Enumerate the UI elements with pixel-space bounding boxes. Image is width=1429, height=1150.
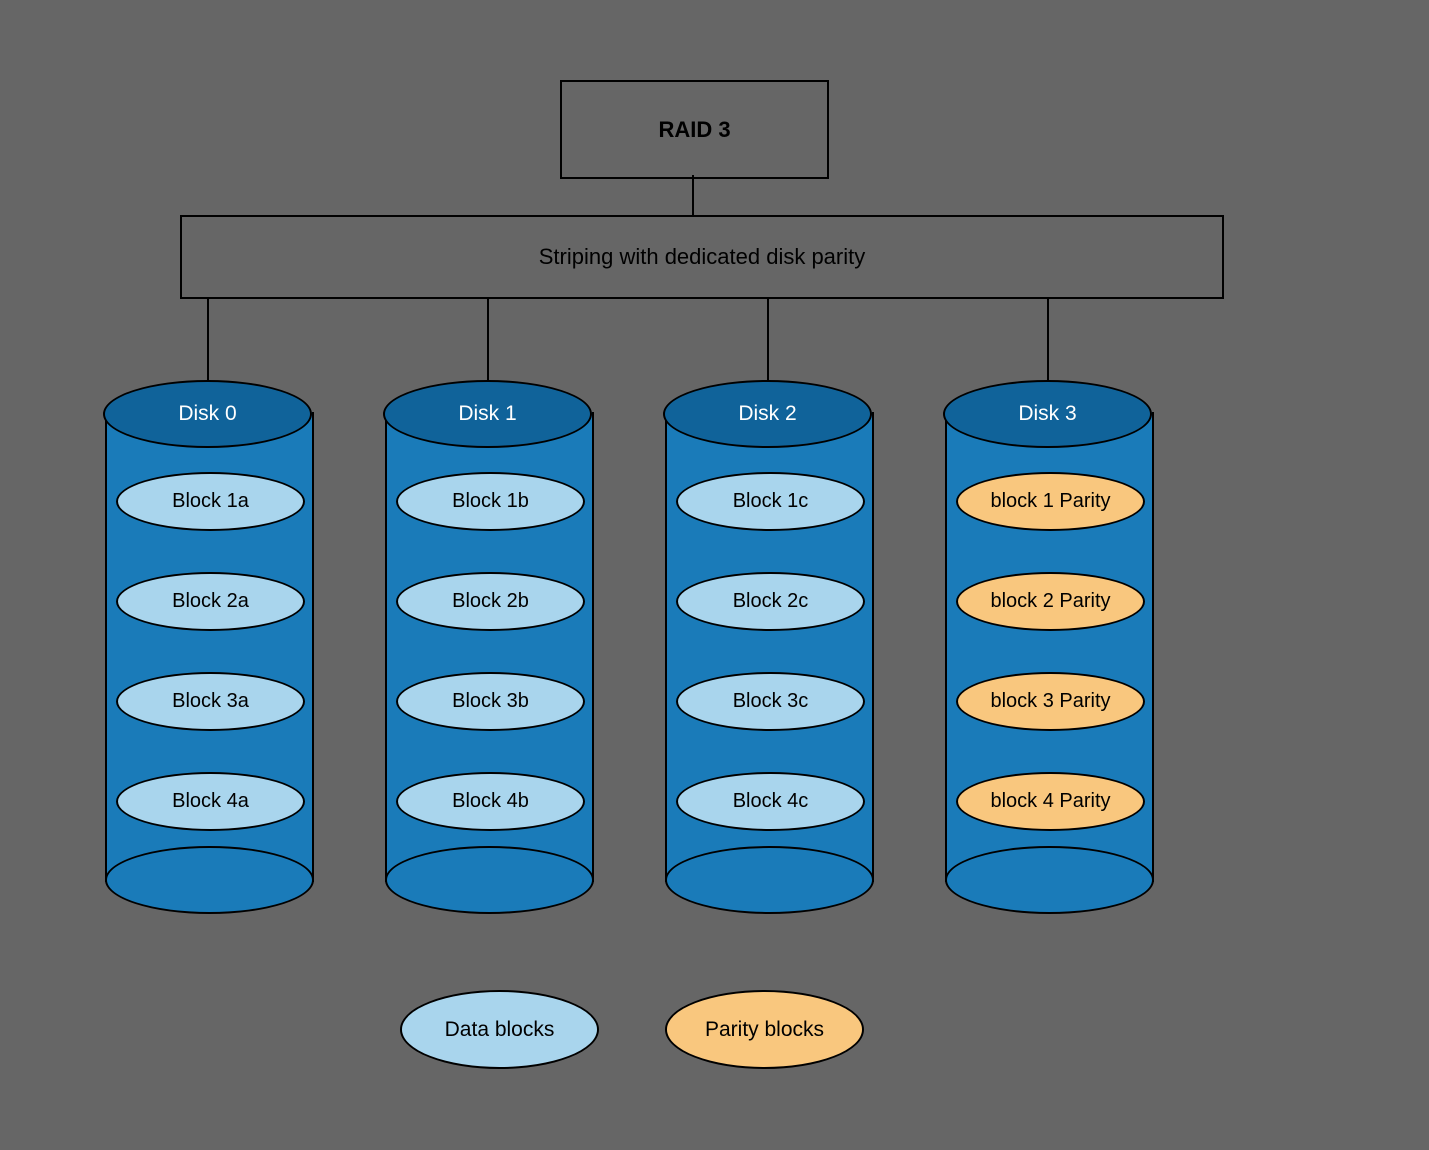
block-0-2: Block 3a [116,672,305,731]
disk-cylinder-2: Disk 2 Block 1c Block 2c Block 3c Block 4c [665,380,870,882]
raid-subtitle: Striping with dedicated disk parity [539,244,866,270]
disk-cylinder-0: Disk 0 Block 1a Block 2a Block 3a Block 4a [105,380,310,882]
block-2-1: Block 2c [676,572,865,631]
block-3-1: block 2 Parity [956,572,1145,631]
disk-body-1: Block 1b Block 2b Block 3b Block 4b [385,412,594,882]
disk-cylinder-1: Disk 1 Block 1b Block 2b Block 3b Block 4b [385,380,590,882]
raid-title: RAID 3 [658,117,730,143]
connector-to-disk3 [1047,297,1049,380]
disk-body-3: block 1 Parity block 2 Parity block 3 Pari… [945,412,1154,882]
block-2-0: Block 1c [676,472,865,531]
disk-label-0: Disk 0 [103,380,312,448]
disk-bottom-1 [385,846,594,914]
legend-parity-label: Parity blocks [705,1018,824,1042]
connector-title-to-subtitle [692,175,694,215]
disk-label-2: Disk 2 [663,380,872,448]
block-3-3: block 4 Parity [956,772,1145,831]
block-1-3: Block 4b [396,772,585,831]
block-0-0: Block 1a [116,472,305,531]
block-0-1: Block 2a [116,572,305,631]
block-2-3: Block 4c [676,772,865,831]
block-1-2: Block 3b [396,672,585,731]
raid-title-box: RAID 3 [560,80,829,179]
connector-to-disk2 [767,297,769,380]
connector-to-disk1 [487,297,489,380]
disk-label-3: Disk 3 [943,380,1152,448]
legend-data-label: Data blocks [445,1018,555,1042]
disk-body-0: Block 1a Block 2a Block 3a Block 4a [105,412,314,882]
block-1-1: Block 2b [396,572,585,631]
legend-data-blocks: Data blocks [400,990,599,1069]
raid-subtitle-box: Striping with dedicated disk parity [180,215,1224,299]
legend-parity-blocks: Parity blocks [665,990,864,1069]
block-0-3: Block 4a [116,772,305,831]
disk-cylinder-3: Disk 3 block 1 Parity block 2 Parity block … [945,380,1150,882]
connector-to-disk0 [207,297,209,380]
block-1-0: Block 1b [396,472,585,531]
disk-bottom-0 [105,846,314,914]
disk-bottom-2 [665,846,874,914]
block-3-0: block 1 Parity [956,472,1145,531]
disk-label-1: Disk 1 [383,380,592,448]
block-2-2: Block 3c [676,672,865,731]
disk-bottom-3 [945,846,1154,914]
block-3-2: block 3 Parity [956,672,1145,731]
disk-body-2: Block 1c Block 2c Block 3c Block 4c [665,412,874,882]
